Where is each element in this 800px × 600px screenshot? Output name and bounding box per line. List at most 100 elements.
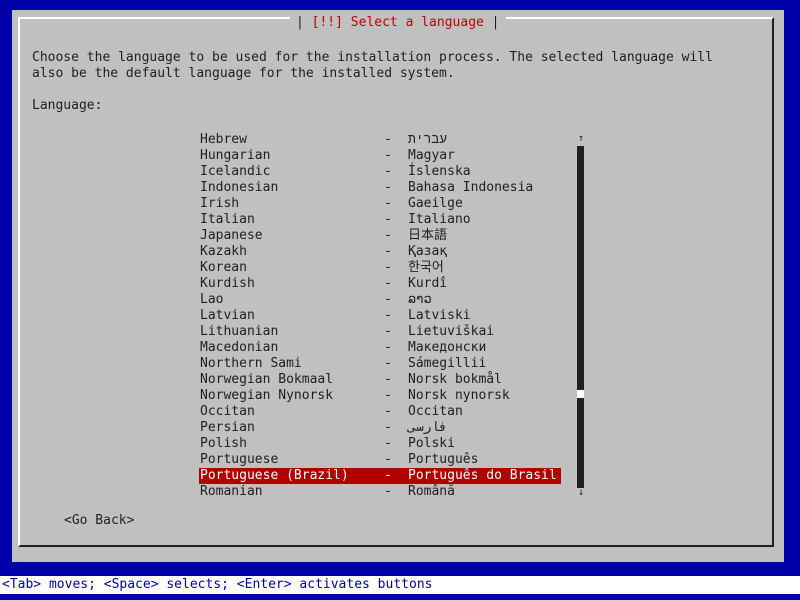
language-english-name: Lithuanian <box>200 324 279 339</box>
language-separator: - <box>384 196 392 211</box>
language-separator: - <box>384 468 392 483</box>
language-option[interactable]: Northern Sami - Sámegillii <box>199 356 561 372</box>
language-option[interactable]: Italian - Italiano <box>199 212 561 228</box>
language-option[interactable]: Norwegian Nynorsk - Norsk nynorsk <box>199 388 561 404</box>
language-english-name: Korean <box>200 260 247 275</box>
language-native-name: Kurdî <box>408 276 448 291</box>
language-option[interactable]: Polish - Polski <box>199 436 561 452</box>
dialog-description-line-2: also be the default language for the ins… <box>32 66 455 81</box>
language-separator: - <box>384 388 392 403</box>
language-native-name: עברית <box>408 132 448 147</box>
language-native-name: Қазақ <box>408 244 448 259</box>
language-option[interactable]: Persian - فارسی <box>199 420 561 436</box>
language-native-name: Latviski <box>408 308 471 323</box>
language-list[interactable]: Hebrew - עברית Hungarian - Magyar Icelandic - Ís… <box>199 132 561 500</box>
language-option[interactable]: Kurdish - Kurdî <box>199 276 561 292</box>
language-english-name: Portuguese (Brazil) <box>200 468 349 483</box>
language-separator: - <box>384 148 392 163</box>
language-option[interactable]: Irish - Gaeilge <box>199 196 561 212</box>
language-english-name: Irish <box>200 196 240 211</box>
language-english-name: Latvian <box>200 308 255 323</box>
scrollbar-track[interactable] <box>577 146 584 488</box>
language-separator: - <box>384 132 392 147</box>
dialog-title-text: [!!] Select a language <box>311 15 484 30</box>
language-english-name: Norwegian Bokmaal <box>200 372 334 387</box>
language-option[interactable]: Indonesian - Bahasa Indonesia <box>199 180 561 196</box>
language-english-name: Portuguese <box>200 452 279 467</box>
title-right-bracket: | <box>483 15 500 30</box>
installer-screen: | [!!] Select a language | Choose the la… <box>0 0 800 600</box>
language-separator: - <box>384 452 392 467</box>
language-native-name: Português <box>408 452 479 467</box>
language-separator: - <box>384 436 392 451</box>
language-option[interactable]: Romanian - Română <box>199 484 561 500</box>
language-native-name: Norsk bokmål <box>408 372 502 387</box>
language-native-name: Íslenska <box>408 164 471 179</box>
language-option[interactable]: Korean - 한국어 <box>199 260 561 276</box>
language-native-name: 한국어 <box>408 260 444 275</box>
language-separator: - <box>384 292 392 307</box>
scroll-down-arrow-icon[interactable]: ↓ <box>576 488 586 498</box>
language-english-name: Macedonian <box>200 340 279 355</box>
language-native-name: Magyar <box>408 148 455 163</box>
language-native-name: Português do Brasil <box>408 468 557 483</box>
language-english-name: Persian <box>200 420 255 435</box>
language-option[interactable]: Icelandic - Íslenska <box>199 164 561 180</box>
language-separator: - <box>384 324 392 339</box>
language-separator: - <box>384 420 392 435</box>
language-english-name: Northern Sami <box>200 356 302 371</box>
language-native-name: Македонски <box>408 340 487 355</box>
language-english-name: Lao <box>200 292 224 307</box>
go-back-button[interactable]: <Go Back> <box>64 513 134 529</box>
language-native-name: Gaeilge <box>408 196 463 211</box>
scrollbar-thumb[interactable] <box>577 390 584 398</box>
language-separator: - <box>384 164 392 179</box>
language-separator: - <box>384 356 392 371</box>
language-english-name: Romanian <box>200 484 263 499</box>
language-separator: - <box>384 484 392 499</box>
language-english-name: Indonesian <box>200 180 279 195</box>
language-option[interactable]: Macedonian - Македонски <box>199 340 561 356</box>
title-left-bracket: | <box>296 15 312 30</box>
dialog-title: | [!!] Select a language | <box>290 14 506 32</box>
language-english-name: Italian <box>200 212 255 227</box>
language-option[interactable]: Norwegian Bokmaal - Norsk bokmål <box>199 372 561 388</box>
language-option[interactable]: Occitan - Occitan <box>199 404 561 420</box>
language-native-name: Română <box>408 484 455 499</box>
language-native-name: Bahasa Indonesia <box>408 180 534 195</box>
language-option[interactable]: Hungarian - Magyar <box>199 148 561 164</box>
language-separator: - <box>384 372 392 387</box>
language-native-name: فارسی <box>408 420 448 435</box>
language-native-name: Norsk nynorsk <box>408 388 510 403</box>
language-english-name: Hungarian <box>200 148 271 163</box>
language-option[interactable]: Portuguese - Português <box>199 452 561 468</box>
language-option[interactable]: Latvian - Latviski <box>199 308 561 324</box>
language-list-label: Language: <box>32 98 103 113</box>
language-english-name: Icelandic <box>200 164 271 179</box>
language-dialog: | [!!] Select a language | Choose the la… <box>12 10 784 562</box>
language-option[interactable]: Lithuanian - Lietuviškai <box>199 324 561 340</box>
language-separator: - <box>384 244 392 259</box>
language-separator: - <box>384 260 392 275</box>
language-english-name: Polish <box>200 436 247 451</box>
language-native-name: Occitan <box>408 404 463 419</box>
language-native-name: Polski <box>408 436 455 451</box>
language-option-selected[interactable]: Portuguese (Brazil) - Português do Brasil <box>199 468 561 484</box>
language-english-name: Japanese <box>200 228 263 243</box>
language-option[interactable]: Japanese - 日本語 <box>199 228 561 244</box>
language-english-name: Kazakh <box>200 244 247 259</box>
language-option[interactable]: Kazakh - Қазақ <box>199 244 561 260</box>
language-option[interactable]: Lao - ລາວ <box>199 292 561 308</box>
language-english-name: Hebrew <box>200 132 247 147</box>
language-option[interactable]: Hebrew - עברית <box>199 132 561 148</box>
language-native-name: Italiano <box>408 212 471 227</box>
dialog-description-line-1: Choose the language to be used for the i… <box>32 50 713 65</box>
language-separator: - <box>384 228 392 243</box>
language-separator: - <box>384 308 392 323</box>
scroll-up-arrow-icon[interactable]: ↑ <box>576 134 586 144</box>
language-separator: - <box>384 276 392 291</box>
language-list-scrollbar[interactable]: ↑ ↓ <box>576 132 586 500</box>
language-separator: - <box>384 404 392 419</box>
keyboard-help-bar: <Tab> moves; <Space> selects; <Enter> ac… <box>0 576 800 594</box>
language-native-name: Sámegillii <box>408 356 487 371</box>
